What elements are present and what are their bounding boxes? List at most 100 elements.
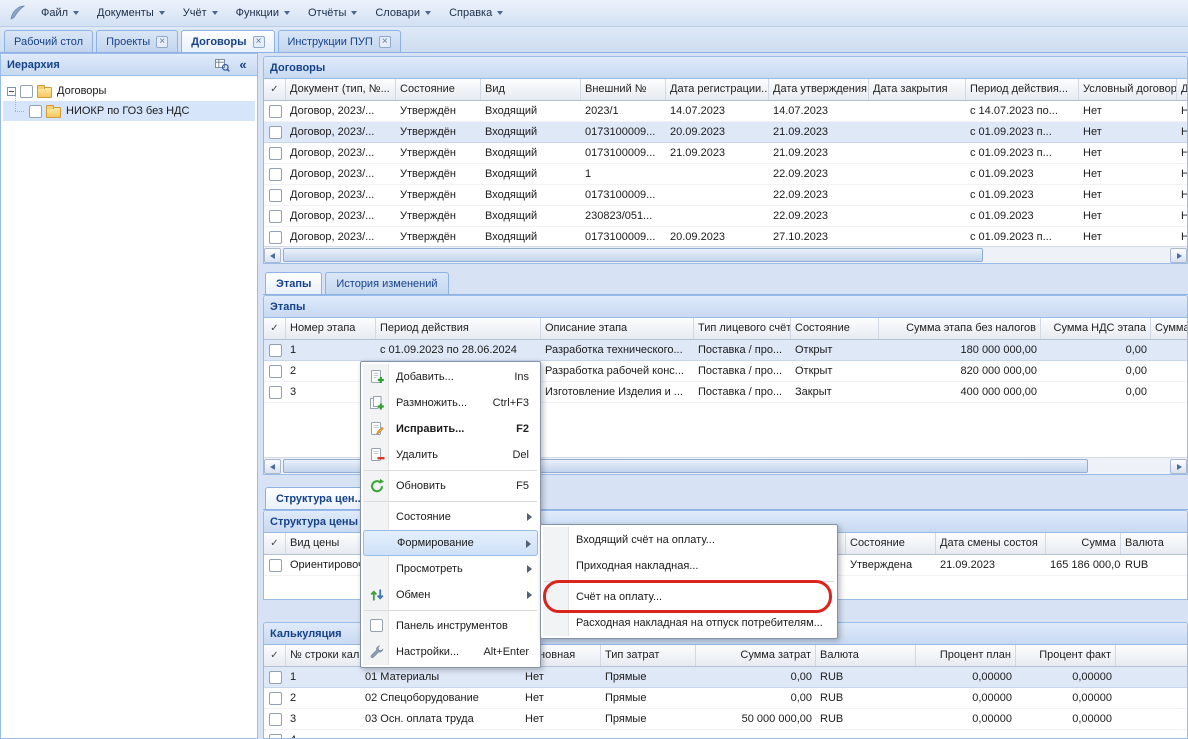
tab[interactable]: История изменений — [325, 272, 448, 294]
menubar-item[interactable]: Словари — [366, 2, 440, 24]
grid-settings-icon[interactable] — [214, 57, 230, 73]
column-header[interactable]: Дата утверждения — [769, 79, 869, 100]
tree-node[interactable]: НИОКР по ГОЗ без НДС — [3, 101, 255, 121]
table-row[interactable]: Договор, 2023/...УтверждёнВходящий017310… — [264, 122, 1187, 143]
column-header[interactable]: Сумма эт... — [1151, 318, 1187, 339]
row-checkbox[interactable] — [269, 713, 282, 726]
menu-item[interactable]: Формирование — [363, 530, 538, 556]
row-checkbox[interactable] — [269, 671, 282, 684]
row-checkbox[interactable] — [269, 231, 282, 244]
column-header[interactable]: Вид — [481, 79, 581, 100]
column-header[interactable]: Сумма НДС этапа — [1041, 318, 1151, 339]
table-row[interactable]: 4 — [264, 730, 1187, 738]
menubar-item[interactable]: Документы — [88, 2, 174, 24]
column-header[interactable]: Номер этапа — [286, 318, 376, 339]
menu-item[interactable]: ОбновитьF5 — [363, 473, 538, 499]
column-header[interactable]: Внешний № — [581, 79, 666, 100]
column-header[interactable]: Валюта — [1121, 533, 1187, 554]
table-row[interactable]: 303 Осн. оплата трудаНетПрямые50 000 000… — [264, 709, 1187, 730]
tree-checkbox[interactable] — [20, 85, 33, 98]
table-row[interactable]: Договор, 2023/...УтверждёнВходящий017310… — [264, 185, 1187, 206]
column-header[interactable]: № строки кал... — [286, 645, 361, 666]
menu-item[interactable]: УдалитьDel — [363, 442, 538, 468]
tab-close-icon[interactable]: × — [253, 36, 265, 48]
row-checkbox[interactable] — [269, 344, 282, 357]
column-header[interactable]: Дата смены состоя — [936, 533, 1046, 554]
row-checkbox[interactable] — [269, 126, 282, 139]
row-checkbox[interactable] — [269, 147, 282, 160]
scroll-right-button[interactable] — [1170, 459, 1187, 474]
row-checkbox[interactable] — [269, 168, 282, 181]
tab-close-icon[interactable]: × — [379, 36, 391, 48]
column-header[interactable]: Состояние — [396, 79, 481, 100]
row-checkbox[interactable] — [269, 189, 282, 202]
column-header[interactable]: Период действия... — [966, 79, 1079, 100]
menubar-item[interactable]: Учёт — [174, 2, 227, 24]
column-header[interactable]: ✓ — [264, 318, 286, 339]
menu-item-checkbox[interactable] — [370, 619, 383, 632]
table-row[interactable]: 202 СпецоборудованиеНетПрямые0,00RUB0,00… — [264, 688, 1187, 709]
row-checkbox[interactable] — [269, 210, 282, 223]
tab[interactable]: Проекты× — [96, 30, 178, 52]
column-header[interactable]: Условный договор — [1079, 79, 1177, 100]
menu-item[interactable]: Исправить...F2 — [363, 416, 538, 442]
menu-item[interactable]: Счёт на оплату... — [543, 584, 835, 610]
scroll-left-button[interactable] — [264, 248, 281, 263]
menu-item[interactable]: Состояние — [363, 504, 538, 530]
menubar-item[interactable]: Файл — [32, 2, 88, 24]
table-row[interactable]: Договор, 2023/...УтверждёнВходящий2023/1… — [264, 101, 1187, 122]
table-row[interactable]: Договор, 2023/...УтверждёнВходящий017310… — [264, 227, 1187, 246]
row-checkbox[interactable] — [269, 365, 282, 378]
menu-item[interactable]: Панель инструментов — [363, 613, 538, 639]
menu-item[interactable]: Обмен — [363, 582, 538, 608]
row-checkbox[interactable] — [269, 734, 282, 738]
collapse-panel-icon[interactable]: « — [235, 57, 251, 73]
column-header[interactable]: Тип лицевого счёт — [694, 318, 791, 339]
column-header[interactable]: Сумма этапа без налогов — [879, 318, 1041, 339]
table-row[interactable]: Договор, 2023/...УтверждёнВходящий122.09… — [264, 164, 1187, 185]
column-header[interactable]: ✓ — [264, 79, 286, 100]
tab-close-icon[interactable]: × — [156, 36, 168, 48]
table-row[interactable]: Договор, 2023/...УтверждёнВходящий017310… — [264, 143, 1187, 164]
menu-item[interactable]: Добавить...Ins — [363, 364, 538, 390]
column-header[interactable]: Валюта — [816, 645, 916, 666]
column-header[interactable]: Дата закрытия — [869, 79, 966, 100]
menubar-item[interactable]: Справка — [440, 2, 512, 24]
menu-item[interactable]: Входящий счёт на оплату... — [543, 527, 835, 553]
column-header[interactable]: Документ (тип, №... — [286, 79, 396, 100]
row-checkbox[interactable] — [269, 386, 282, 399]
menu-item[interactable]: Настройки...Alt+Enter — [363, 639, 538, 665]
tree-checkbox[interactable] — [29, 105, 42, 118]
column-header[interactable]: Процент факт — [1016, 645, 1116, 666]
column-header[interactable]: Описание этапа — [541, 318, 694, 339]
table-row[interactable]: 101 МатериалыНетПрямые0,00RUB0,000000,00… — [264, 667, 1187, 688]
column-header[interactable]: Тип затрат — [601, 645, 696, 666]
column-header[interactable]: Дата регистрации... — [666, 79, 769, 100]
column-header[interactable]: До... — [1177, 79, 1187, 100]
tab[interactable]: Договоры× — [181, 30, 274, 52]
menu-item[interactable]: Размножить...Ctrl+F3 — [363, 390, 538, 416]
menu-item[interactable]: Расходная накладная на отпуск потребител… — [543, 610, 835, 636]
scroll-right-button[interactable] — [1170, 248, 1187, 263]
menubar-item[interactable]: Отчёты — [299, 2, 366, 24]
menu-item[interactable]: Приходная накладная... — [543, 553, 835, 579]
column-header[interactable]: Сумма затрат — [696, 645, 816, 666]
row-checkbox[interactable] — [269, 559, 282, 572]
column-header[interactable]: Процент план — [916, 645, 1016, 666]
tree-node[interactable]: Договоры — [3, 81, 255, 101]
tab[interactable]: Этапы — [265, 272, 322, 294]
row-checkbox[interactable] — [269, 692, 282, 705]
scroll-thumb[interactable] — [283, 248, 983, 262]
row-checkbox[interactable] — [269, 105, 282, 118]
column-header[interactable]: Период действия — [376, 318, 541, 339]
menu-item[interactable]: Просмотреть — [363, 556, 538, 582]
tree-expander-icon[interactable] — [7, 87, 16, 96]
tab[interactable]: Структура цен... — [265, 487, 375, 509]
tab[interactable]: Рабочий стол — [4, 30, 93, 52]
column-header[interactable]: Состояние — [791, 318, 879, 339]
scroll-left-button[interactable] — [264, 459, 281, 474]
column-header[interactable]: ✓ — [264, 645, 286, 666]
column-header[interactable]: Сумма — [1046, 533, 1121, 554]
table-row[interactable]: Договор, 2023/...УтверждёнВходящий230823… — [264, 206, 1187, 227]
menubar-item[interactable]: Функции — [227, 2, 299, 24]
